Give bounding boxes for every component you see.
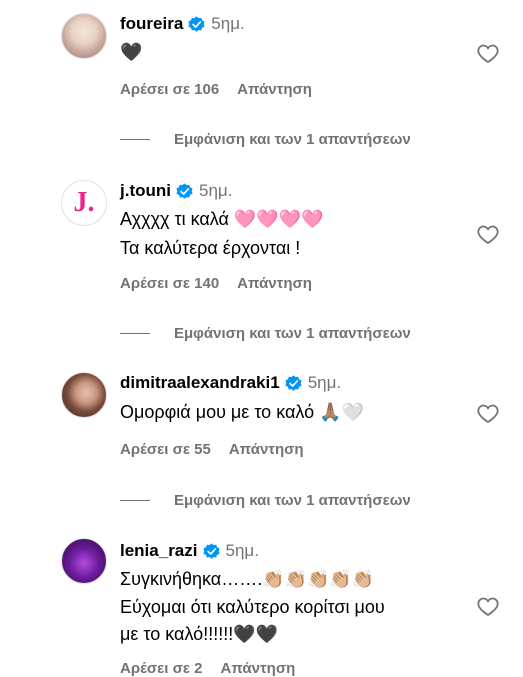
username[interactable]: j.touni [120, 181, 171, 201]
avatar[interactable] [61, 13, 107, 59]
reply-button[interactable]: Απάντηση [237, 275, 312, 292]
comment-text: Αχχχχ τι καλά 🩷🩷🩷🩷 [120, 209, 324, 229]
reply-button[interactable]: Απάντηση [221, 660, 296, 677]
heart-outline-icon[interactable] [476, 41, 500, 65]
likes-count[interactable]: Αρέσει σε 140 [120, 275, 219, 292]
heart-outline-icon[interactable] [476, 401, 500, 425]
comment-meta: Αρέσει σε 106 Απάντηση [120, 81, 312, 98]
username[interactable]: lenia_razi [120, 541, 198, 561]
comment-text: 🖤 [120, 42, 143, 62]
reply-button[interactable]: Απάντηση [229, 441, 304, 458]
comment-header: dimitraalexandraki1 5ημ. [120, 373, 341, 393]
comment-header: lenia_razi 5ημ. [120, 541, 259, 561]
comment-text: Συγκινήθηκα…….👏🏼👏🏼👏🏼👏🏼👏🏼 [120, 569, 375, 589]
replies-divider [120, 333, 150, 334]
likes-count[interactable]: Αρέσει σε 106 [120, 81, 219, 98]
reply-button[interactable]: Απάντηση [237, 81, 312, 98]
view-replies-label: Εμφάνιση και των 1 απαντήσεων [174, 131, 411, 148]
avatar[interactable] [61, 538, 107, 584]
timestamp: 5ημ. [198, 181, 233, 200]
comment-meta: Αρέσει σε 2 Απάντηση [120, 660, 295, 677]
username[interactable]: dimitraalexandraki1 [120, 373, 280, 393]
comment-header: foureira 5ημ. [120, 14, 245, 34]
heart-outline-icon[interactable] [476, 594, 500, 618]
timestamp: 5ημ. [211, 14, 245, 33]
view-replies-button[interactable]: Εμφάνιση και των 1 απαντήσεων [120, 131, 411, 148]
replies-divider [120, 139, 150, 140]
avatar[interactable] [61, 372, 107, 418]
avatar-logo: J. [73, 187, 95, 218]
likes-count[interactable]: Αρέσει σε 55 [120, 441, 211, 458]
replies-divider [120, 500, 150, 501]
comment-text: Ομορφιά μου με το καλό 🙏🏽🤍 [120, 402, 364, 422]
comment-text: Εύχομαι ότι καλύτερο κορίτσι μου [120, 597, 385, 617]
likes-count[interactable]: Αρέσει σε 2 [120, 660, 203, 677]
timestamp: 5ημ. [225, 541, 259, 560]
verified-badge-icon [188, 15, 205, 32]
avatar[interactable]: J. [61, 180, 107, 226]
verified-badge-icon [176, 182, 193, 199]
view-replies-button[interactable]: Εμφάνιση και των 1 απαντήσεων [120, 325, 411, 342]
heart-outline-icon[interactable] [476, 222, 500, 246]
view-replies-button[interactable]: Εμφάνιση και των 1 απαντήσεων [120, 492, 411, 509]
verified-badge-icon [202, 542, 220, 559]
verified-badge-icon [285, 374, 302, 391]
comment-meta: Αρέσει σε 55 Απάντηση [120, 441, 304, 458]
comment-text: Τα καλύτερα έρχονται ! [120, 238, 301, 258]
view-replies-label: Εμφάνιση και των 1 απαντήσεων [174, 325, 411, 342]
view-replies-label: Εμφάνιση και των 1 απαντήσεων [174, 492, 411, 509]
username[interactable]: foureira [120, 14, 183, 34]
comment-text: με το καλό!!!!!!🖤🖤 [120, 624, 279, 644]
comment-header: j.touni 5ημ. [120, 181, 232, 201]
comment-meta: Αρέσει σε 140 Απάντηση [120, 275, 312, 292]
timestamp: 5ημ. [307, 373, 342, 392]
